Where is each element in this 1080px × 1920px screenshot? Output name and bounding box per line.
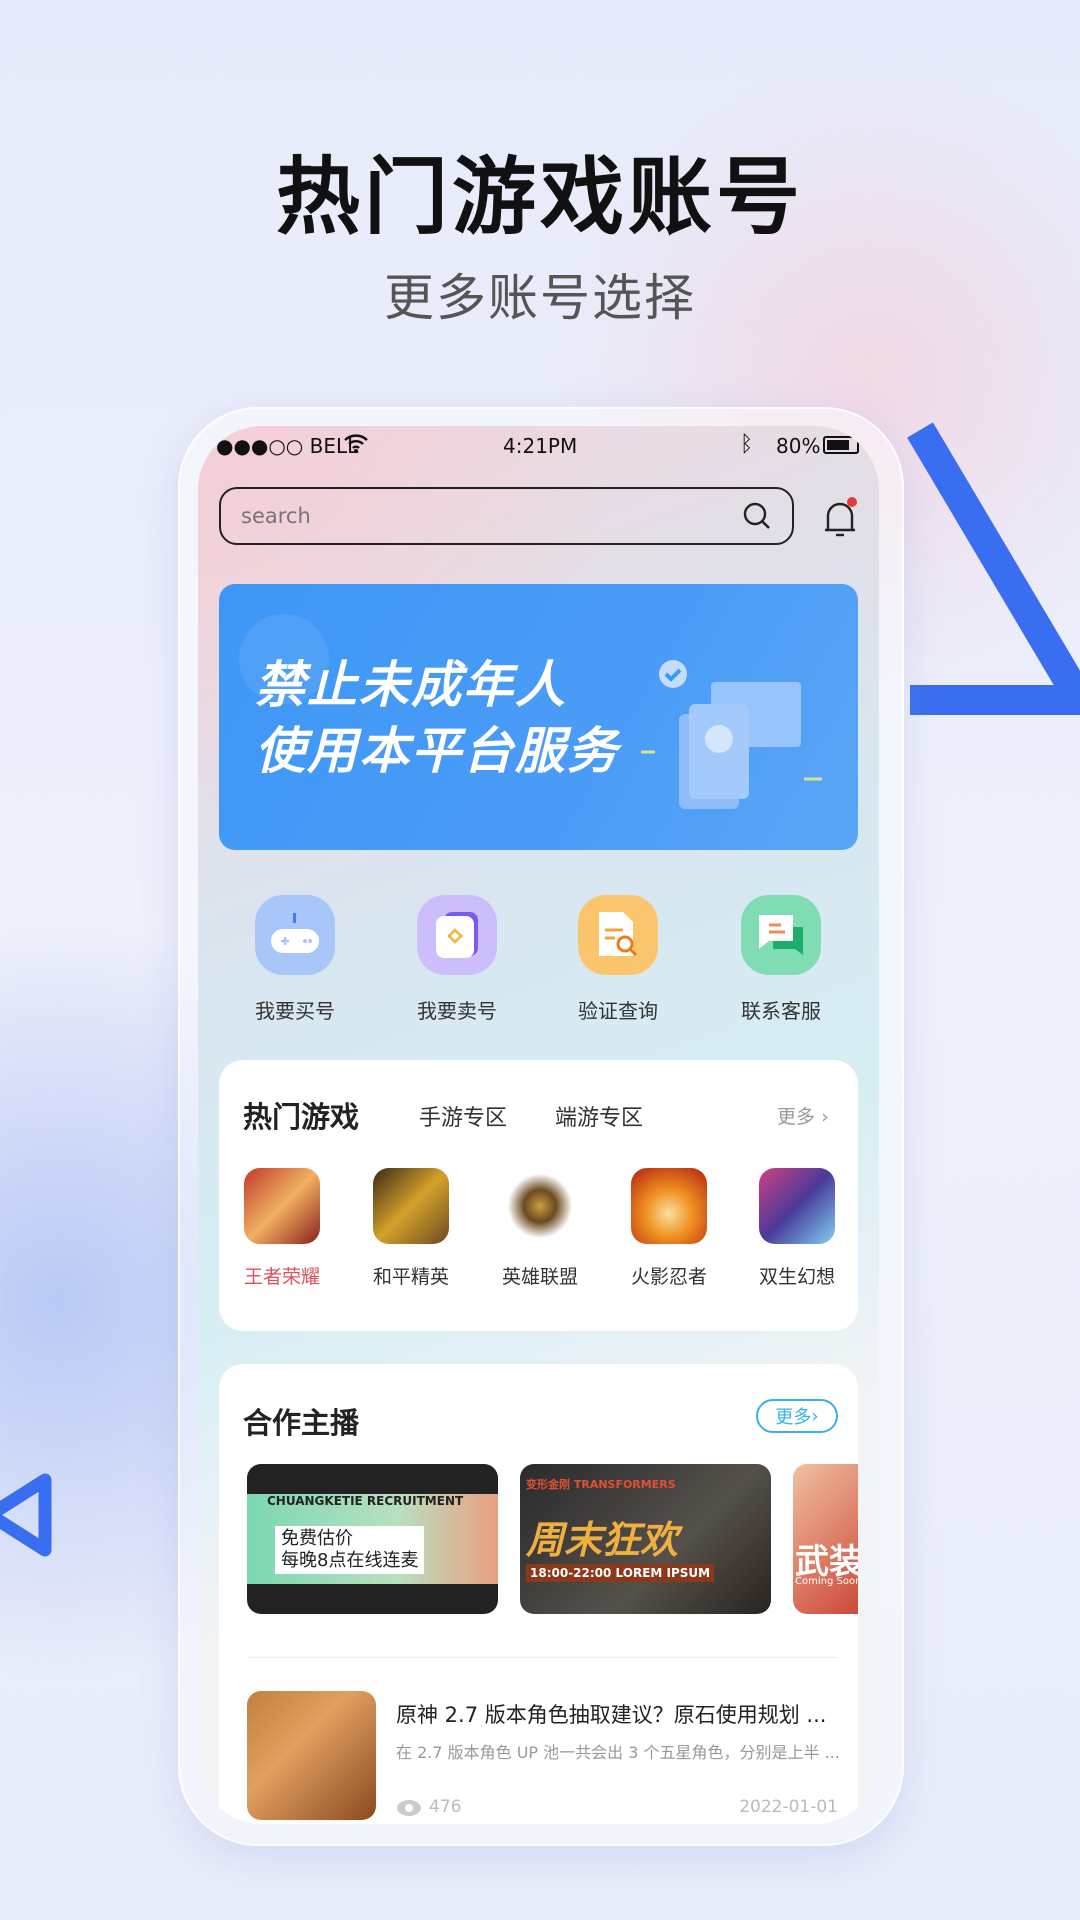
notification-bell-icon[interactable] xyxy=(820,496,860,540)
bluetooth-icon: ᛒ xyxy=(740,432,754,457)
game-label: 双生幻想 xyxy=(758,1266,835,1288)
wifi-icon xyxy=(344,434,368,453)
banner-caption: CHUANGKETIE RECRUITMENT xyxy=(267,1494,464,1508)
banner-text: 禁止未成年人 使用本平台服务 xyxy=(255,652,619,784)
game-item[interactable]: 和平精英 xyxy=(356,1168,466,1289)
article-date: 2022-01-01 xyxy=(739,1797,838,1817)
quick-action-verify[interactable]: 验证查询 xyxy=(548,895,688,1024)
clock: 4:21PM xyxy=(503,434,578,458)
chat-icon xyxy=(741,895,821,975)
divider xyxy=(247,1657,838,1658)
tab-pc-games[interactable]: 端游专区 xyxy=(555,1100,643,1132)
decorative-triangle-left xyxy=(0,1473,52,1557)
hot-games-more-link[interactable]: 更多 › xyxy=(777,1102,829,1129)
banner-line2: Coming Soon xyxy=(795,1576,858,1587)
banner-text: 免费估价 每晚8点在线连麦 xyxy=(275,1526,425,1574)
id-card-illustration-icon xyxy=(641,660,822,809)
game-icon xyxy=(631,1168,707,1244)
streamers-card: 合作主播 更多 › CHUANGKETIE RECRUITMENT 免费估价 每晚8… xyxy=(219,1364,858,1824)
streamer-banner[interactable]: 变形金刚 TRANSFORMERS 周末狂欢 18:00-22:00 LOREM… xyxy=(520,1464,771,1614)
chevron-right-icon: › xyxy=(821,1106,829,1128)
game-item[interactable]: 英雄联盟 xyxy=(485,1168,595,1289)
game-icon xyxy=(502,1168,578,1244)
banner-line2: 使用本平台服务 xyxy=(255,722,619,780)
game-label: 英雄联盟 xyxy=(501,1266,578,1288)
hero-title: 热门游戏账号 xyxy=(275,148,804,246)
streamer-banner[interactable]: 武装 Coming Soon xyxy=(793,1464,858,1614)
quick-action-label: 联系客服 xyxy=(741,999,821,1023)
search-icon[interactable] xyxy=(742,501,772,531)
article-thumbnail xyxy=(247,1691,376,1820)
quick-action-label: 我要卖号 xyxy=(417,999,497,1023)
tab-mobile-games[interactable]: 手游专区 xyxy=(419,1100,507,1132)
decorative-triangle xyxy=(907,422,1080,715)
game-label: 王者荣耀 xyxy=(243,1266,320,1288)
game-item[interactable]: 火影忍者 xyxy=(614,1168,724,1289)
banner-line2: 每晚8点在线连麦 xyxy=(281,1550,419,1571)
gamepad-icon xyxy=(255,895,335,975)
status-bar: ●●●○○ BELL 4:21PM ᛒ 80% xyxy=(198,426,879,466)
search-bar[interactable] xyxy=(219,487,794,545)
article-item[interactable]: 原神 2.7 版本角色抽取建议？原石使用规划 ... 在 2.7 版本角色 UP… xyxy=(247,1691,840,1821)
chevron-right-icon: › xyxy=(811,1405,819,1427)
banner-line1: 免费估价 xyxy=(281,1528,353,1549)
more-label: 更多 xyxy=(775,1407,812,1428)
hot-games-card: 热门游戏 手游专区 端游专区 更多 › 王者荣耀 和平精英 英雄联盟 火影忍者 … xyxy=(219,1060,858,1331)
game-label: 火影忍者 xyxy=(630,1266,707,1288)
sell-card-icon xyxy=(417,895,497,975)
game-icon xyxy=(244,1168,320,1244)
streamers-title: 合作主播 xyxy=(243,1406,360,1440)
more-label: 更多 xyxy=(777,1106,816,1128)
article-views: 476 xyxy=(429,1797,462,1817)
carrier: ●●●○○ BELL xyxy=(216,434,359,458)
game-icon xyxy=(759,1168,835,1244)
battery-percent: 80% xyxy=(776,434,821,458)
document-search-icon xyxy=(578,895,658,975)
search-input[interactable] xyxy=(241,504,742,528)
article-title: 原神 2.7 版本角色抽取建议？原石使用规划 ... xyxy=(396,1703,827,1727)
game-item[interactable]: 双生幻想 xyxy=(742,1168,852,1289)
streamer-carousel[interactable]: CHUANGKETIE RECRUITMENT 免费估价 每晚8点在线连麦 变形金… xyxy=(247,1464,858,1614)
banner-line2: 18:00-22:00 LOREM IPSUM xyxy=(526,1564,715,1582)
quick-action-label: 我要买号 xyxy=(255,999,335,1023)
article-description: 在 2.7 版本角色 UP 池一共会出 3 个五星角色，分别是上半 ... xyxy=(396,1743,840,1762)
battery-icon xyxy=(823,436,859,454)
quick-action-support[interactable]: 联系客服 xyxy=(711,895,851,1024)
quick-action-sell[interactable]: 我要卖号 xyxy=(387,895,527,1024)
quick-action-label: 验证查询 xyxy=(578,999,658,1023)
banner-line1: 禁止未成年人 xyxy=(255,656,567,714)
phone-screen: ●●●○○ BELL 4:21PM ᛒ 80% 禁止未成年人 使用本平台服务 我… xyxy=(198,426,879,1824)
banner-line1: 周末狂欢 xyxy=(526,1518,679,1562)
hot-games-title: 热门游戏 xyxy=(243,1100,360,1134)
promo-banner[interactable]: 禁止未成年人 使用本平台服务 xyxy=(219,584,858,850)
quick-action-buy[interactable]: 我要买号 xyxy=(225,895,365,1024)
eye-icon xyxy=(397,1800,421,1816)
streamers-more-button[interactable]: 更多 › xyxy=(756,1399,838,1433)
hero-subtitle: 更多账号选择 xyxy=(384,269,696,327)
streamer-banner[interactable]: CHUANGKETIE RECRUITMENT 免费估价 每晚8点在线连麦 xyxy=(247,1464,498,1614)
banner-caption: 变形金刚 TRANSFORMERS xyxy=(526,1478,676,1491)
game-item[interactable]: 王者荣耀 xyxy=(227,1168,337,1289)
game-label: 和平精英 xyxy=(372,1266,449,1288)
game-icon xyxy=(373,1168,449,1244)
